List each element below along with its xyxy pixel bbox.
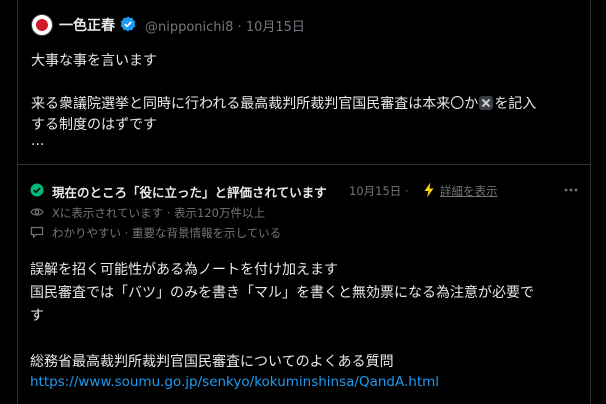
more-options-icon[interactable] (564, 187, 578, 193)
cross-mark-icon (479, 96, 494, 110)
lightning-bolt-icon (424, 182, 434, 198)
comment-icon (30, 226, 44, 238)
reason-text: わかりやすい · 重要な背景情報を示している (52, 226, 282, 240)
note-body-line-3: す (30, 308, 44, 324)
note-body-line-4: 総務省最高裁判所裁判官国民審査についてのよくある質問 (30, 354, 394, 370)
handle-and-date[interactable]: @nipponichi8 · 10月15日 (145, 16, 305, 35)
quoted-tweet[interactable]: 一色正春 @nipponichi8 · 10月15日 大事な事を言います 来る衆… (18, 0, 590, 165)
note-body-line-2: 国民審査では「バツ」のみを書き「マル」を書くと無効票になる為注意が必要で (30, 285, 534, 301)
source-link[interactable]: https://www.soumu.go.jp/senkyo/kokuminsh… (30, 374, 439, 390)
check-circle-icon (30, 183, 44, 197)
tweet-text-line-2-start: 来る衆議院選挙と同時に行われる最高裁判所裁判官国民審査は本来〇か (31, 96, 479, 112)
details-link[interactable]: 詳細を表示 (440, 183, 498, 199)
post-card: 一色正春 @nipponichi8 · 10月15日 大事な事を言います 来る衆… (17, 0, 591, 404)
note-body-line-1: 誤解を招く可能性がある為ノートを付け加えます (30, 262, 338, 278)
tweet-text-line-1: 大事な事を言います (31, 53, 157, 69)
eye-icon (30, 208, 44, 216)
tweet-text-line-3: する制度のはずです (31, 117, 157, 133)
views-text: Xに表示されています · 表示120万件以上 (52, 206, 265, 220)
avatar[interactable] (31, 14, 53, 36)
tweet-text-line-2-end: を記入 (494, 96, 537, 112)
author-name[interactable]: 一色正春 (59, 15, 115, 35)
note-date: 10月15日 · (349, 184, 409, 198)
verified-badge-icon (120, 16, 136, 32)
tweet-text-ellipsis: ... (31, 133, 45, 149)
note-status-title: 現在のところ「役に立った」と評価されています (52, 185, 327, 200)
tweet-text-line-2: 来る衆議院選挙と同時に行われる最高裁判所裁判官国民審査は本来〇か を記入 (31, 93, 536, 113)
